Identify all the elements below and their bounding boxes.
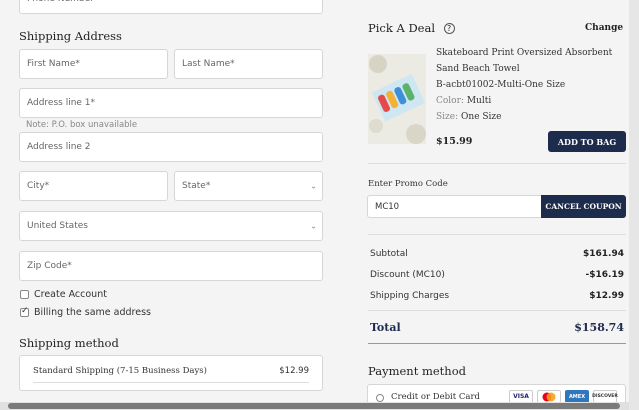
shipping-charges-value: $12.99	[589, 291, 624, 301]
subtotal-row: Subtotal $161.94	[370, 249, 624, 259]
summary-divider-bottom	[368, 343, 626, 344]
towel-illustration	[368, 54, 426, 144]
first-name-field[interactable]	[19, 49, 168, 79]
promo-code-input[interactable]	[375, 201, 541, 212]
color-label: Color:	[436, 96, 464, 106]
vertical-scrollbar[interactable]	[629, 0, 639, 410]
horizontal-scrollbar-thumb[interactable]	[8, 403, 620, 409]
city-input[interactable]	[27, 181, 167, 191]
state-select-placeholder: State*	[182, 181, 211, 191]
create-account-option[interactable]: Create Account	[20, 289, 107, 300]
country-select-value: United States	[27, 221, 88, 231]
total-value: $158.74	[574, 321, 624, 334]
billing-same-option[interactable]: Billing the same address	[20, 306, 151, 318]
city-field[interactable]	[19, 171, 168, 201]
cancel-coupon-button[interactable]: CANCEL COUPON	[541, 195, 626, 218]
zip-code-field[interactable]	[19, 251, 323, 281]
chevron-down-icon: ⌄	[310, 181, 317, 191]
product-size: Size: One Size	[436, 112, 502, 122]
product-price: $15.99	[436, 136, 473, 147]
shipping-method-heading: Shipping method	[19, 336, 119, 350]
promo-code-field[interactable]	[367, 195, 542, 218]
summary-divider-top	[368, 234, 626, 235]
chevron-down-icon: ⌄	[310, 221, 317, 231]
last-name-input[interactable]	[182, 59, 322, 69]
create-account-checkbox[interactable]	[20, 290, 29, 299]
change-label: Change	[585, 23, 624, 33]
payment-method-heading: Payment method	[368, 364, 466, 378]
billing-same-checkbox[interactable]	[20, 306, 29, 317]
horizontal-scrollbar[interactable]	[0, 402, 629, 410]
address-line1-field[interactable]	[19, 88, 323, 118]
question-circle-icon[interactable]: ?	[443, 23, 455, 34]
size-value: One Size	[461, 112, 502, 122]
address-line2-field[interactable]	[19, 132, 323, 162]
mastercard-circles	[542, 392, 556, 401]
product-sku: B-acbt01002-Multi-One Size	[436, 80, 566, 90]
discount-label: Discount (MC10)	[370, 270, 445, 280]
subtotal-label: Subtotal	[370, 249, 408, 259]
shipping-charges-label: Shipping Charges	[370, 291, 450, 301]
create-account-label: Create Account	[34, 289, 107, 300]
shipping-method-option[interactable]: Standard Shipping (7-15 Business Days) $…	[19, 355, 323, 391]
payment-radio[interactable]	[376, 394, 384, 402]
shipping-column: Shipping Address Note: P.O. box unavaila…	[0, 0, 345, 410]
color-value: Multi	[466, 96, 492, 106]
last-name-field[interactable]	[174, 49, 323, 79]
summary-divider-mid	[368, 310, 626, 311]
discount-row: Discount (MC10) -$16.19	[370, 270, 624, 280]
subtotal-value: $161.94	[583, 249, 624, 259]
billing-same-label: Billing the same address	[34, 307, 151, 318]
shipping-charges-row: Shipping Charges $12.99	[370, 291, 624, 301]
shipping-method-price: $12.99	[279, 366, 309, 376]
total-label: Total	[370, 321, 401, 334]
product-image[interactable]	[368, 54, 426, 144]
country-select[interactable]: United States ⌄	[19, 211, 323, 241]
divider	[33, 382, 309, 383]
pick-a-deal-heading: Pick A Deal ?	[368, 21, 455, 35]
pick-a-deal-label: Pick A Deal	[368, 21, 436, 35]
total-row: Total $158.74	[370, 321, 624, 334]
shipping-method-label: Standard Shipping (7-15 Business Days)	[33, 366, 207, 376]
address-line1-input[interactable]	[27, 98, 322, 108]
product-name-line1[interactable]: Skateboard Print Oversized Absorbent	[436, 48, 612, 58]
size-label: Size:	[436, 112, 459, 122]
product-color: Color: Multi	[436, 96, 491, 106]
po-box-note: Note: P.O. box unavailable	[26, 120, 138, 130]
phone-field[interactable]	[19, 0, 323, 14]
vertical-scrollbar-thumb[interactable]	[630, 0, 638, 402]
state-select[interactable]: State* ⌄	[174, 171, 323, 201]
shipping-address-heading: Shipping Address	[19, 29, 122, 43]
first-name-input[interactable]	[27, 59, 167, 69]
phone-input[interactable]	[27, 0, 322, 4]
section-divider	[368, 163, 626, 164]
discount-value: -$16.19	[585, 270, 624, 280]
zip-code-input[interactable]	[27, 261, 322, 271]
add-to-bag-button[interactable]: ADD TO BAG	[548, 131, 626, 152]
address-line2-input[interactable]	[27, 142, 322, 152]
product-name-line2[interactable]: Sand Beach Towel	[436, 64, 520, 74]
payment-option-label: Credit or Debit Card	[391, 392, 480, 402]
promo-label: Enter Promo Code	[368, 179, 448, 189]
